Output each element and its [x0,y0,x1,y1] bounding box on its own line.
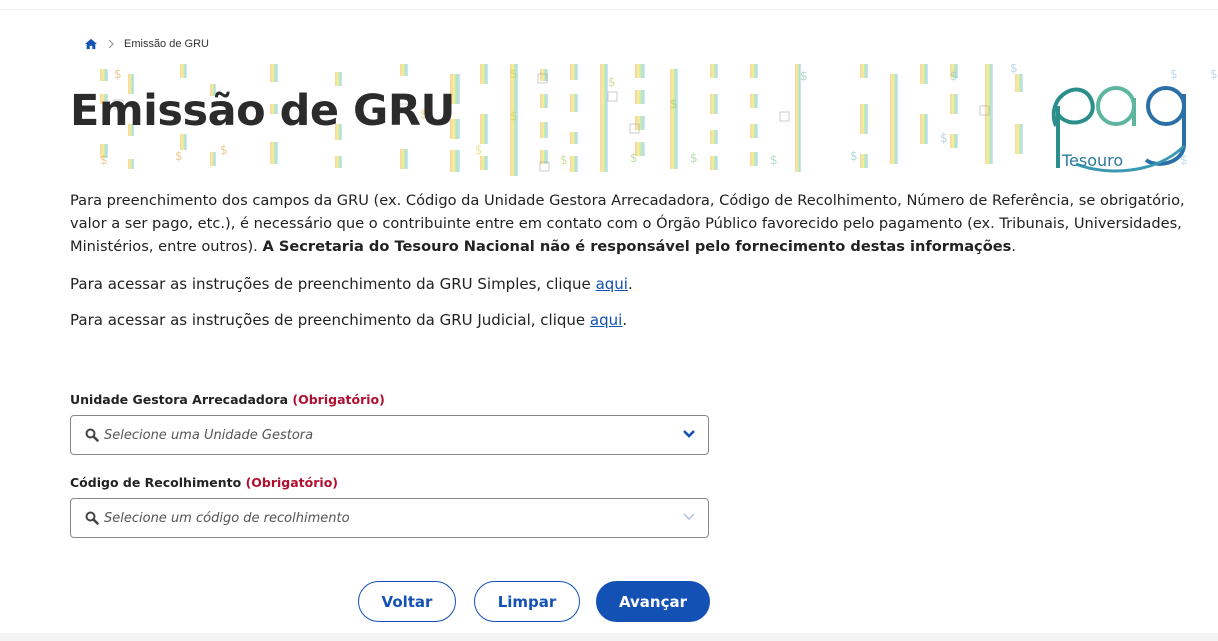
codigo-required-tag: (Obrigatório) [245,475,338,490]
intro-bold: A Secretaria do Tesouro Nacional não é r… [262,238,1012,255]
home-icon[interactable] [84,38,98,50]
svg-text:$: $ [670,97,678,111]
svg-text:$: $ [950,69,958,83]
ug-select[interactable]: Selecione uma Unidade Gestora [70,415,709,455]
svg-text:$: $ [1010,64,1018,75]
top-header-border [0,0,1218,10]
svg-text:$: $ [800,69,808,83]
svg-text:Tesouro: Tesouro [1061,151,1123,170]
chevron-right-icon [108,39,114,49]
svg-text:$: $ [510,109,518,123]
svg-text:$: $ [510,67,518,81]
breadcrumb: Emissão de GRU [84,38,209,50]
codigo-label: Código de Recolhimento (Obrigatório) [70,475,338,490]
gru-judicial-instructions: Para acessar as instruções de preenchime… [70,311,628,329]
breadcrumb-current: Emissão de GRU [124,38,209,50]
svg-text:$: $ [100,153,108,167]
intro-content: Para preenchimento dos campos da GRU (ex… [70,189,1210,345]
svg-text:$: $ [940,131,948,145]
svg-text:$: $ [114,67,122,81]
ug-label: Unidade Gestora Arrecadadora (Obrigatóri… [70,392,385,407]
svg-text:$: $ [850,149,858,163]
chevron-down-icon[interactable] [682,512,696,522]
ug-placeholder: Selecione uma Unidade Gestora [104,427,314,443]
ug-required-tag: (Obrigatório) [292,392,385,407]
svg-text:$: $ [1210,67,1218,81]
codigo-placeholder: Selecione um código de recolhimento [104,510,350,526]
intro-paragraph: Para preenchimento dos campos da GRU (ex… [70,192,1185,255]
svg-text:$: $ [560,153,568,167]
next-button[interactable]: Avançar [596,581,710,622]
svg-text:$: $ [630,151,638,165]
svg-text:$: $ [770,153,778,167]
pag-tesouro-logo: Tesouro [1051,86,1186,173]
svg-text:$: $ [608,75,616,89]
page-banner: $ $ $ $ $ $ $ $ $ $ $ $ $ $ $ $ $ $ $ $ $ $ Emissão de… [70,64,1218,178]
chevron-down-icon[interactable] [682,429,696,439]
svg-text:$: $ [690,151,698,165]
svg-text:$: $ [175,149,183,163]
svg-text:$: $ [220,143,228,157]
bottom-strip [0,633,1218,641]
codigo-select[interactable]: Selecione um código de recolhimento [70,498,709,538]
gru-simples-instructions: Para acessar as instruções de preenchime… [70,275,633,293]
svg-text:$: $ [475,143,483,157]
gru-judicial-link[interactable]: aqui [590,311,622,329]
page-title: Emissão de GRU [70,86,455,136]
clear-button[interactable]: Limpar [474,581,580,622]
search-icon [85,511,99,525]
back-button[interactable]: Voltar [358,581,456,622]
gru-simples-link[interactable]: aqui [596,275,628,293]
search-icon [85,428,99,442]
